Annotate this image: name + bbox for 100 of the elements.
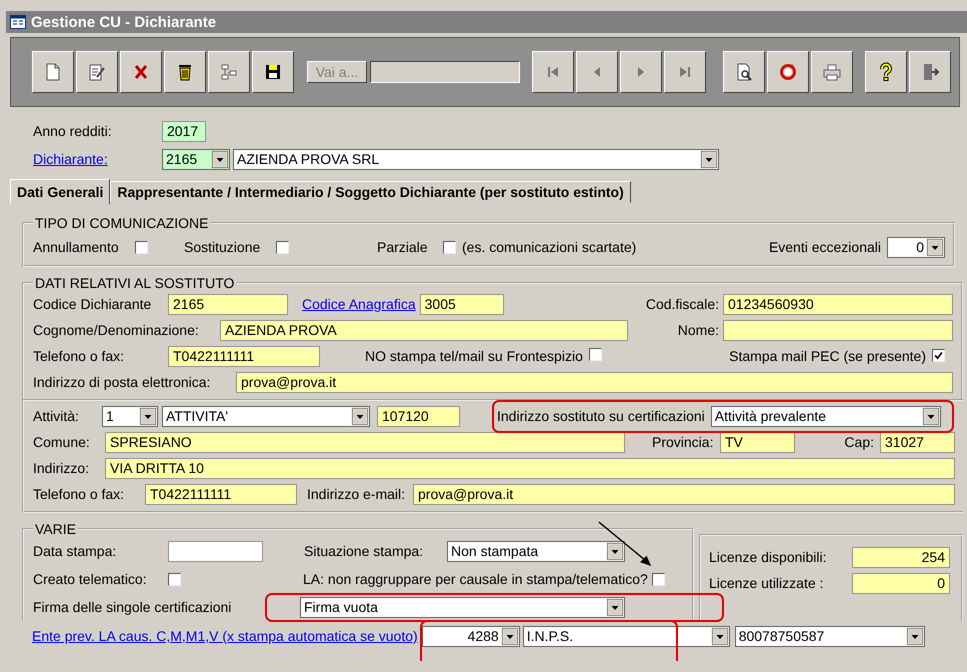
dropdown-arrow-icon[interactable] [927, 238, 943, 256]
year-field[interactable]: 2017 [162, 120, 206, 142]
preview-button[interactable] [723, 51, 765, 93]
refresh-icon [778, 62, 798, 82]
checkbox[interactable] [932, 349, 945, 362]
field-label: Comune: [33, 434, 91, 450]
fund-tax-code-combo[interactable]: 80078750587 [734, 626, 925, 646]
tree-button[interactable] [208, 51, 250, 93]
note-text: (es. comunicazioni scartate) [462, 239, 636, 255]
email-field[interactable]: prova@prova.it [413, 484, 955, 504]
help-button[interactable] [865, 51, 907, 93]
delete-button[interactable] [120, 51, 162, 93]
dropdown-arrow-icon[interactable] [701, 150, 717, 168]
field-label: Indirizzo: [33, 460, 90, 476]
dropdown-arrow-icon[interactable] [607, 542, 623, 560]
field-label: Licenze disponibili: [709, 549, 828, 565]
email-field[interactable]: prova@prova.it [236, 372, 953, 392]
address-type-combo[interactable]: Attività prevalente [710, 406, 941, 426]
checkbox[interactable] [276, 240, 289, 254]
dropdown-arrow-icon[interactable] [922, 408, 939, 424]
field-label: Cognome/Denominazione: [33, 322, 200, 338]
checkbox-label: LA: non raggruppare per causale in stampa/telematico? [303, 571, 648, 587]
name-field[interactable]: AZIENDA PROVA [220, 320, 628, 340]
field-label: Data stampa: [33, 543, 118, 559]
print-date-field[interactable] [168, 540, 263, 562]
window-title: Gestione CU - Dichiarante [31, 14, 216, 30]
next-record-button[interactable] [620, 51, 662, 93]
checkbox-label: Sostituzione [184, 239, 262, 255]
fund-name-combo[interactable]: I.N.P.S. [522, 626, 730, 646]
print-button[interactable] [811, 51, 853, 93]
dropdown-arrow-icon[interactable] [502, 628, 518, 644]
checkbox[interactable] [652, 572, 665, 586]
pension-fund-link[interactable]: Ente prev. LA caus. C,M,M1,V (x stampa automatica se vuoto) [32, 628, 418, 644]
field-label: Cod.fiscale: [646, 296, 719, 312]
exit-button[interactable] [909, 51, 951, 93]
declarant-name-combo[interactable]: AZIENDA PROVA SRL [233, 148, 719, 170]
field-label: Indirizzo sostituto su certificazioni [497, 408, 705, 424]
phone-field[interactable]: T0422111111 [145, 484, 297, 504]
section-title: TIPO DI COMUNICAZIONE [34, 215, 210, 231]
licence-count-field: 0 [852, 572, 950, 594]
declarant-code-combo[interactable]: 2165 [162, 148, 230, 170]
checkbox[interactable] [168, 572, 181, 586]
licence-count-field: 254 [852, 546, 950, 568]
phone-field[interactable]: T0422111111 [168, 346, 320, 366]
dropdown-arrow-icon[interactable] [352, 408, 368, 424]
checkbox-label: Annullamento [33, 239, 120, 255]
signature-combo[interactable]: Firma vuota [300, 596, 625, 618]
tab[interactable]: Rappresentante / Intermediario / Soggetto Dichiarante (per sostituto estinto) [110, 181, 631, 203]
code-field[interactable]: 2165 [168, 294, 288, 314]
field-label: Telefono o fax: [33, 348, 126, 364]
checkbox[interactable] [135, 240, 148, 254]
dropdown-arrow-icon[interactable] [212, 150, 228, 168]
previous-record-button[interactable] [576, 51, 618, 93]
dropdown-arrow-icon[interactable] [712, 628, 728, 644]
field-label: Provincia: [652, 434, 714, 450]
tax-code-field[interactable]: 01234560930 [723, 294, 953, 314]
last-record-button[interactable] [664, 51, 706, 93]
checkbox-label: Stampa mail PEC (se presente) [729, 348, 926, 364]
field-label: Telefono o fax: [33, 486, 126, 502]
dropdown-arrow-icon[interactable] [140, 408, 156, 424]
first-name-field[interactable] [723, 320, 953, 340]
fund-code-combo[interactable]: 4288 [422, 626, 520, 646]
events-combo[interactable]: 0 [887, 236, 945, 258]
goto-field[interactable] [370, 61, 520, 83]
address-field[interactable]: VIA DRITTA 10 [105, 458, 955, 478]
section-title: VARIE [34, 521, 77, 537]
checkbox-label: NO stampa tel/mail su Frontespizio [365, 348, 583, 364]
activity-code-field[interactable]: 107120 [377, 406, 460, 426]
field-label: Licenze utilizzate : [709, 575, 824, 591]
first-record-button[interactable] [532, 51, 574, 93]
registry-code-field[interactable]: 3005 [420, 294, 504, 314]
field-label: Indirizzo e-mail: [307, 486, 406, 502]
postal-code-field[interactable]: 31027 [880, 432, 955, 452]
field-label: Eventi eccezionali [768, 239, 881, 255]
tab[interactable]: Dati Generali [10, 179, 110, 204]
save-button[interactable] [252, 51, 294, 93]
new-button[interactable] [32, 51, 74, 93]
field-label: Firma delle singole certificazioni [33, 599, 232, 615]
field-label: Attività: [33, 408, 80, 424]
section-title: DATI RELATIVI AL SOSTITUTO [34, 275, 236, 291]
field-label: Indirizzo di posta elettronica: [33, 374, 212, 390]
edit-button[interactable] [76, 51, 118, 93]
declarant-link[interactable]: Dichiarante: [33, 151, 162, 167]
refresh-button[interactable] [767, 51, 809, 93]
checkbox[interactable] [443, 240, 456, 254]
checkbox-label: Creato telematico: [33, 571, 148, 587]
activity-combo[interactable]: ATTIVITA' [162, 406, 370, 426]
dropdown-arrow-icon[interactable] [607, 598, 623, 616]
dropdown-arrow-icon[interactable] [906, 628, 923, 644]
city-field[interactable]: SPRESIANO [105, 432, 625, 452]
registry-code-link[interactable]: Codice Anagrafica [302, 296, 416, 312]
print-status-combo[interactable]: Non stampata [447, 540, 625, 562]
hierarchy-icon [219, 62, 239, 82]
field-label: Situazione stampa: [304, 543, 424, 559]
trash-button[interactable] [164, 51, 206, 93]
field-label: Cap: [844, 434, 874, 450]
activity-number-combo[interactable]: 1 [102, 406, 158, 426]
province-field[interactable]: TV [720, 432, 795, 452]
checkbox[interactable] [588, 348, 602, 361]
edit-icon [87, 62, 107, 82]
